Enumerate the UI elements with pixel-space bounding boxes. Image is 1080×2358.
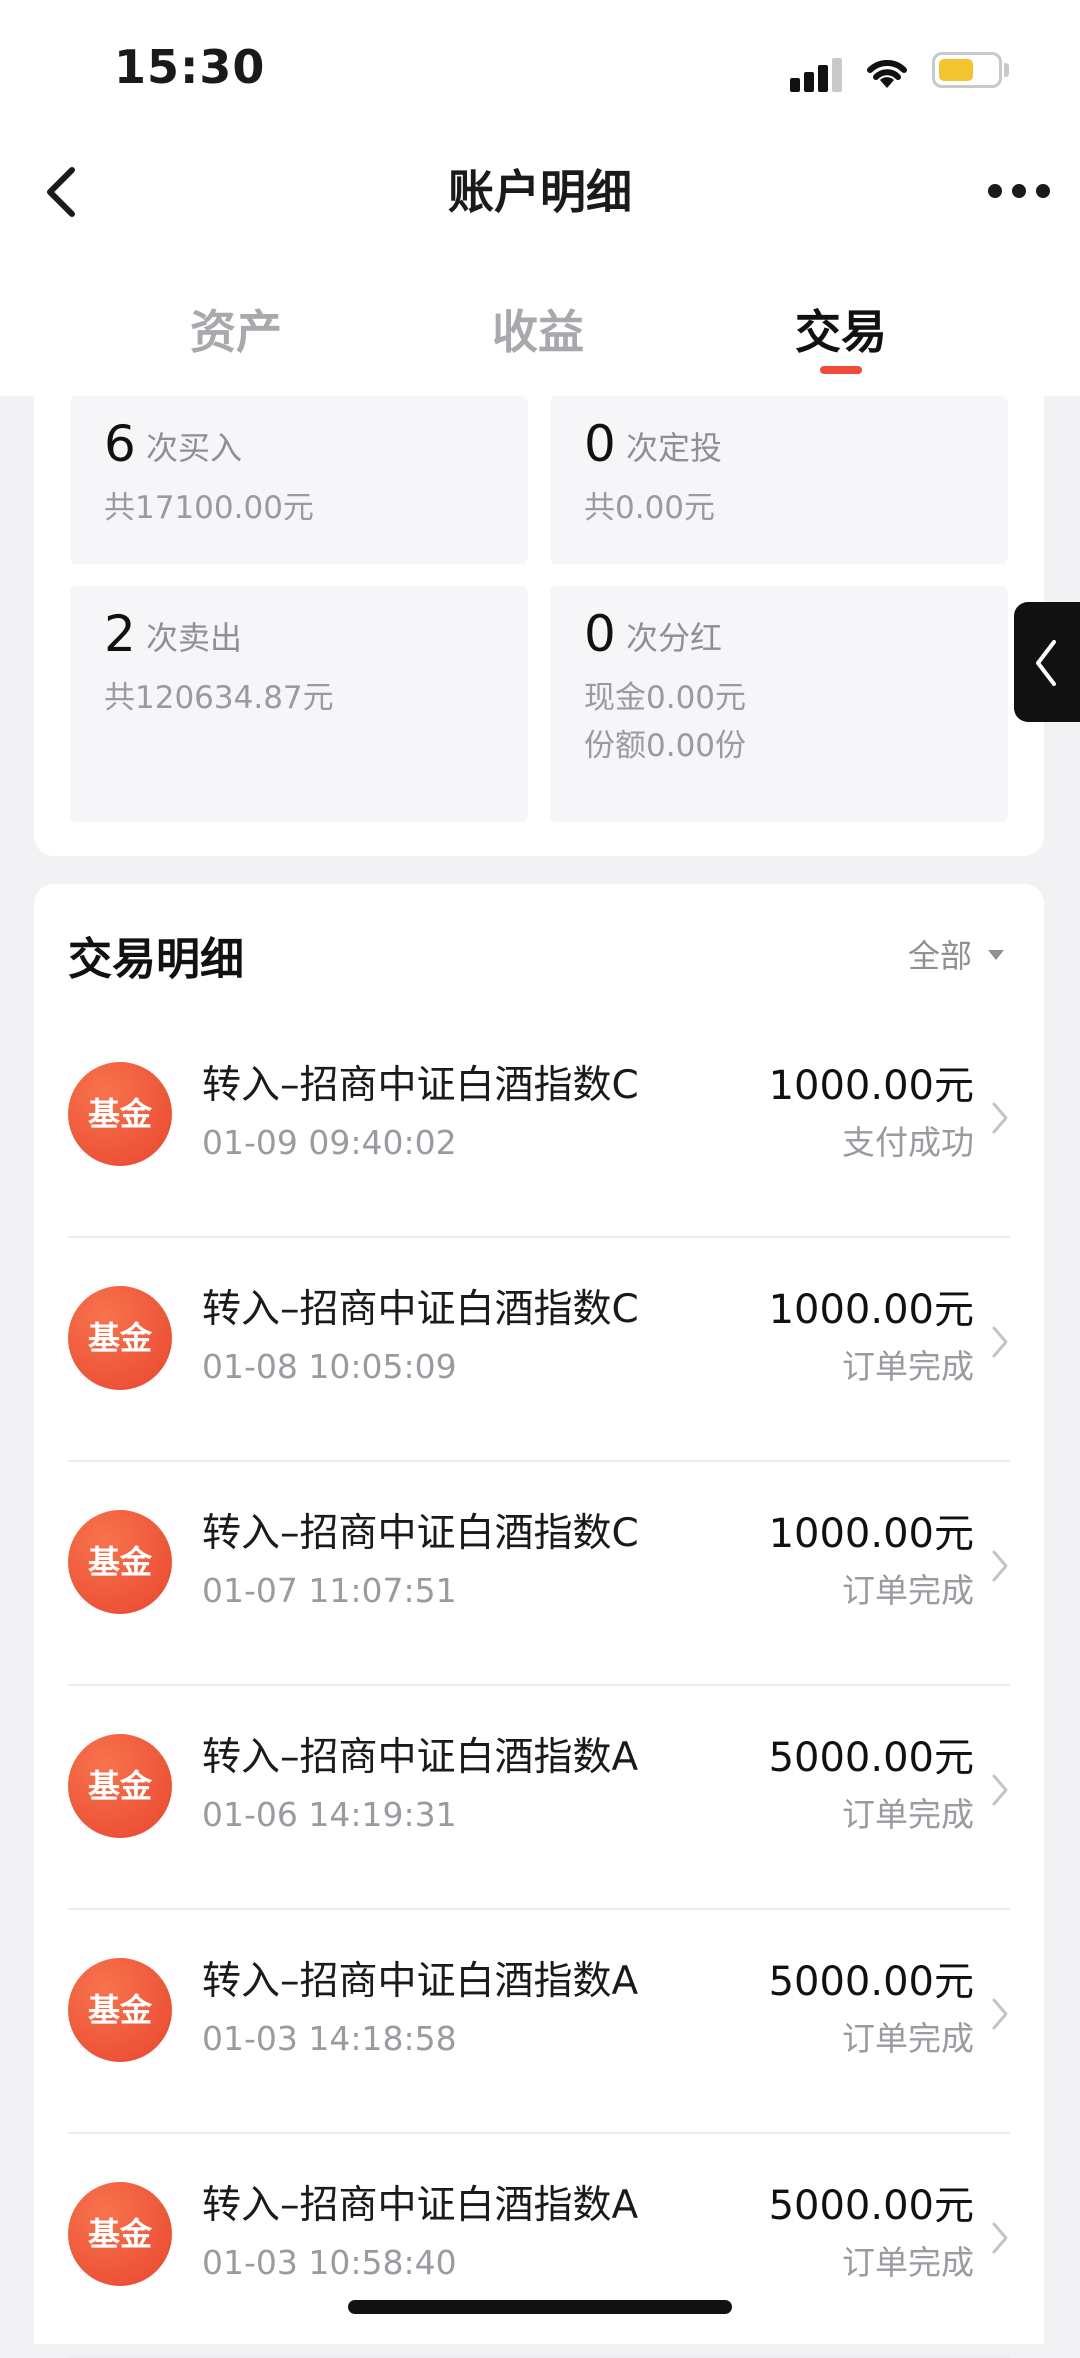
- chevron-right-icon: [992, 1998, 1008, 2030]
- transaction-amount: 1000.00元: [768, 1063, 974, 1109]
- transaction-row[interactable]: 基金 转入–招商中证白酒指数C 01-07 11:07:51 1000.00元订单完成: [68, 1462, 1010, 1686]
- stat-buy-total: 共17100.00元: [104, 490, 314, 526]
- transaction-name: 转入–招商中证白酒指数A: [202, 1959, 639, 2004]
- stat-dividend-label: 次分红: [626, 619, 723, 657]
- fund-badge: 基金: [68, 1958, 172, 2062]
- fund-badge: 基金: [68, 1286, 172, 1390]
- transaction-status: 订单完成: [842, 1571, 974, 1610]
- transaction-time: 01-03 10:58:40: [202, 2243, 457, 2282]
- transaction-amount: 5000.00元: [768, 1735, 974, 1781]
- transaction-row[interactable]: 基金 转入–招商中证白酒指数A 01-03 14:18:58 5000.00元订单完成: [68, 1910, 1010, 2134]
- active-tab-indicator: [820, 366, 862, 374]
- fund-badge: 基金: [68, 1062, 172, 1166]
- stat-auto-invest-label: 次定投: [626, 429, 723, 467]
- section-title: 交易明细: [68, 934, 244, 985]
- transaction-name: 转入–招商中证白酒指数A: [202, 1735, 639, 1780]
- filter-dropdown[interactable]: 全部: [908, 934, 972, 978]
- tab-trades[interactable]: 交易: [741, 300, 941, 364]
- transaction-amount: 5000.00元: [768, 2183, 974, 2229]
- transaction-row[interactable]: 基金 转入–招商中证白酒指数C 01-09 09:40:02 1000.00元支付成功: [68, 1014, 1010, 1238]
- page-title: 账户明细: [448, 165, 632, 219]
- wifi-icon: [867, 59, 907, 88]
- transaction-status: 订单完成: [842, 1347, 974, 1386]
- transaction-amount: 1000.00元: [768, 1511, 974, 1557]
- transaction-name: 转入–招商中证白酒指数C: [202, 1511, 639, 1556]
- stat-dividend-count: 0: [584, 605, 616, 663]
- transaction-status: 订单完成: [842, 2019, 974, 2058]
- transaction-row[interactable]: 基金 转入–招商中证白酒指数C 01-08 10:05:09 1000.00元订单完成: [68, 1238, 1010, 1462]
- transaction-time: 01-03 14:18:58: [202, 2019, 457, 2058]
- transaction-row[interactable]: 基金 转入–招商中证白酒指数A 01-06 14:19:31 5000.00元订单完成: [68, 1686, 1010, 1910]
- more-dots-icon[interactable]: [984, 176, 1054, 206]
- transaction-time: 01-09 09:40:02: [202, 1123, 457, 1162]
- transaction-status: 支付成功: [842, 1123, 974, 1162]
- transaction-name: 转入–招商中证白酒指数C: [202, 1063, 639, 1108]
- stat-buy-label: 次买入: [146, 429, 243, 467]
- transaction-time: 01-07 11:07:51: [202, 1571, 457, 1610]
- stat-auto-invest[interactable]: 0 次定投 共0.00元: [550, 396, 1008, 564]
- stat-sell-label: 次卖出: [146, 619, 243, 657]
- stat-buy[interactable]: 6 次买入 共17100.00元: [70, 396, 528, 564]
- stat-auto-invest-total: 共0.00元: [584, 490, 716, 526]
- transaction-name: 转入–招商中证白酒指数A: [202, 2183, 639, 2228]
- tab-assets[interactable]: 资产: [136, 300, 336, 364]
- fund-badge: 基金: [68, 1734, 172, 1838]
- stat-sell[interactable]: 2 次卖出 共120634.87元: [70, 586, 528, 822]
- transaction-time: 01-08 10:05:09: [202, 1347, 457, 1386]
- transaction-amount: 5000.00元: [768, 1959, 974, 2005]
- chevron-right-icon: [992, 1102, 1008, 1134]
- tab-earnings[interactable]: 收益: [438, 300, 638, 364]
- summary-card: 6 次买入 共17100.00元 0 次定投 共0.00元 2 次卖出 共120…: [34, 396, 1044, 856]
- chevron-right-icon: [992, 1550, 1008, 1582]
- chevron-right-icon: [992, 2222, 1008, 2254]
- stat-dividend[interactable]: 0 次分红 现金0.00元 份额0.00份: [550, 586, 1008, 822]
- stat-buy-count: 6: [104, 415, 136, 473]
- battery-cap: [1004, 63, 1009, 77]
- home-indicator: [348, 2300, 732, 2314]
- transaction-time: 01-06 14:19:31: [202, 1795, 457, 1834]
- fund-badge: 基金: [68, 1510, 172, 1614]
- stat-auto-invest-count: 0: [584, 415, 616, 473]
- caret-down-icon: [988, 950, 1004, 960]
- transaction-status: 订单完成: [842, 1795, 974, 1834]
- stat-dividend-cash: 现金0.00元: [584, 680, 747, 716]
- signal-icon: [790, 56, 844, 92]
- status-time: 15:30: [114, 40, 266, 94]
- stat-sell-total: 共120634.87元: [104, 680, 334, 716]
- transaction-name: 转入–招商中证白酒指数C: [202, 1287, 639, 1332]
- transaction-amount: 1000.00元: [768, 1287, 974, 1333]
- stat-sell-count: 2: [104, 605, 136, 663]
- battery-icon: [932, 52, 1002, 88]
- fund-badge: 基金: [68, 2182, 172, 2286]
- chevron-right-icon: [992, 1326, 1008, 1358]
- transaction-row[interactable]: 基金 转入–招商中证白酒指数A 01-03 10:58:40 5000.00元订单完成: [68, 2134, 1010, 2358]
- chevron-right-icon: [992, 1774, 1008, 1806]
- stat-dividend-shares: 份额0.00份: [584, 728, 747, 764]
- side-panel-handle[interactable]: [1014, 602, 1080, 722]
- chevron-left-icon: [1036, 640, 1056, 686]
- transaction-status: 订单完成: [842, 2243, 974, 2282]
